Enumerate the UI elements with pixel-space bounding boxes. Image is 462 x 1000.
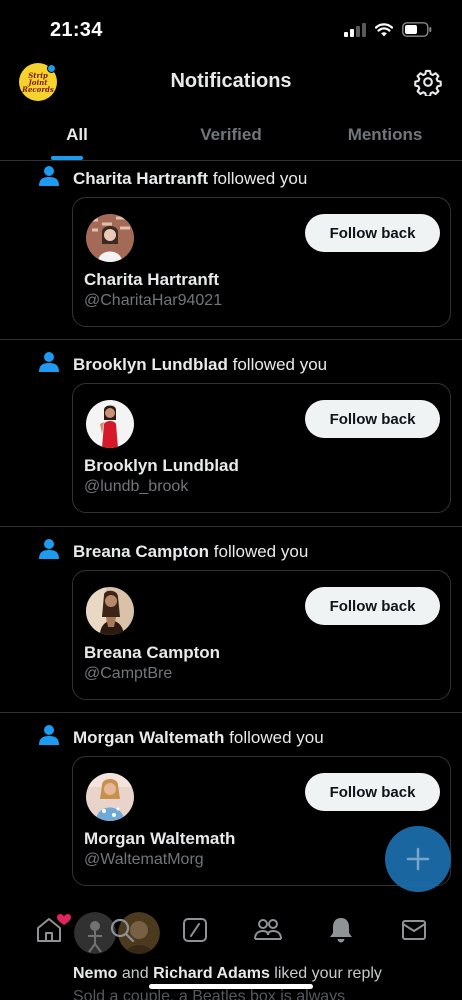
notification-item[interactable]: Charita Hartranft followed you Charita H…	[0, 161, 462, 340]
peek-snippet: Sold a couple, a Beatles box is always	[73, 988, 346, 1000]
avatar[interactable]	[86, 587, 134, 635]
notification-action: followed you	[229, 728, 324, 747]
battery-icon	[402, 22, 432, 37]
notification-item[interactable]: Breana Campton followed you Breana Campt…	[0, 527, 462, 713]
nav-grok[interactable]	[175, 910, 215, 950]
plus-icon	[406, 847, 430, 871]
card-display-name[interactable]: Brooklyn Lundblad	[84, 456, 239, 476]
peek-notification-text[interactable]: Nemo and Richard Adams liked your reply	[73, 965, 382, 983]
card-handle: @lundb_brook	[84, 478, 189, 495]
status-bar: 21:34	[0, 0, 462, 58]
person-icon	[39, 725, 59, 745]
follower-name[interactable]: Brooklyn Lundblad	[73, 355, 228, 374]
active-tab-indicator	[51, 156, 83, 160]
follow-back-button[interactable]: Follow back	[305, 214, 440, 252]
follow-back-button[interactable]: Follow back	[305, 773, 440, 811]
grok-icon	[182, 918, 207, 942]
nav-notifications[interactable]	[321, 910, 361, 950]
liker-name[interactable]: Richard Adams	[153, 965, 270, 982]
follower-name[interactable]: Charita Hartranft	[73, 169, 208, 188]
notification-text: Morgan Waltemath followed you	[73, 728, 324, 748]
notification-text: Brooklyn Lundblad followed you	[73, 355, 327, 375]
status-time: 21:34	[50, 19, 103, 41]
card-handle: @WaltematMorg	[84, 851, 204, 868]
notification-text: Charita Hartranft followed you	[73, 169, 307, 189]
gear-icon[interactable]	[414, 68, 442, 96]
mail-icon	[401, 920, 426, 940]
follower-name[interactable]: Morgan Waltemath	[73, 728, 224, 747]
notification-action: followed you	[232, 355, 328, 374]
tab-mentions[interactable]: Mentions	[308, 106, 462, 160]
notification-action: followed you	[213, 542, 309, 561]
user-card[interactable]: Breana Campton @CamptBre Follow back	[72, 570, 451, 700]
user-card[interactable]: Brooklyn Lundblad @lundb_brook Follow ba…	[72, 383, 451, 513]
nav-search[interactable]	[102, 910, 142, 950]
notification-item[interactable]: Brooklyn Lundblad followed you Brooklyn …	[0, 340, 462, 527]
follow-back-button[interactable]: Follow back	[305, 587, 440, 625]
header: Strip Joint Records Notifications	[0, 58, 462, 106]
user-card[interactable]: Charita Hartranft @CharitaHar94021 Follo…	[72, 197, 451, 327]
follow-back-button[interactable]: Follow back	[305, 400, 440, 438]
page-title: Notifications	[170, 70, 292, 92]
search-icon	[110, 918, 134, 943]
nav-home[interactable]	[29, 910, 71, 950]
person-icon	[39, 352, 59, 372]
nav-communities[interactable]	[248, 910, 288, 950]
avatar[interactable]	[86, 214, 134, 262]
heart-icon	[56, 914, 71, 925]
follower-name[interactable]: Breana Campton	[73, 542, 209, 561]
wifi-icon	[375, 22, 393, 36]
person-icon	[39, 166, 59, 186]
nav-messages[interactable]	[394, 910, 434, 950]
compose-post-button[interactable]	[385, 826, 451, 892]
notification-tabs: All Verified Mentions	[0, 106, 462, 161]
card-display-name[interactable]: Breana Campton	[84, 643, 220, 663]
status-icons	[344, 22, 432, 37]
notification-action: liked your reply	[274, 965, 382, 982]
tab-verified[interactable]: Verified	[154, 106, 308, 160]
card-handle: @CamptBre	[84, 665, 173, 682]
bottom-navigation	[0, 905, 462, 955]
avatar[interactable]	[86, 773, 134, 821]
avatar[interactable]	[86, 400, 134, 448]
card-display-name[interactable]: Charita Hartranft	[84, 270, 219, 290]
communities-icon	[253, 919, 282, 940]
bell-icon	[329, 918, 352, 943]
cellular-signal-icon	[344, 22, 366, 37]
card-display-name[interactable]: Morgan Waltemath	[84, 829, 235, 849]
liker-name[interactable]: Nemo	[73, 965, 117, 982]
notification-action: followed you	[212, 169, 308, 188]
notification-text: Breana Campton followed you	[73, 542, 308, 562]
tab-all[interactable]: All	[0, 106, 154, 160]
person-icon	[39, 539, 59, 559]
card-handle: @CharitaHar94021	[84, 292, 223, 309]
joiner-text: and	[121, 965, 149, 982]
home-indicator[interactable]	[149, 984, 313, 989]
